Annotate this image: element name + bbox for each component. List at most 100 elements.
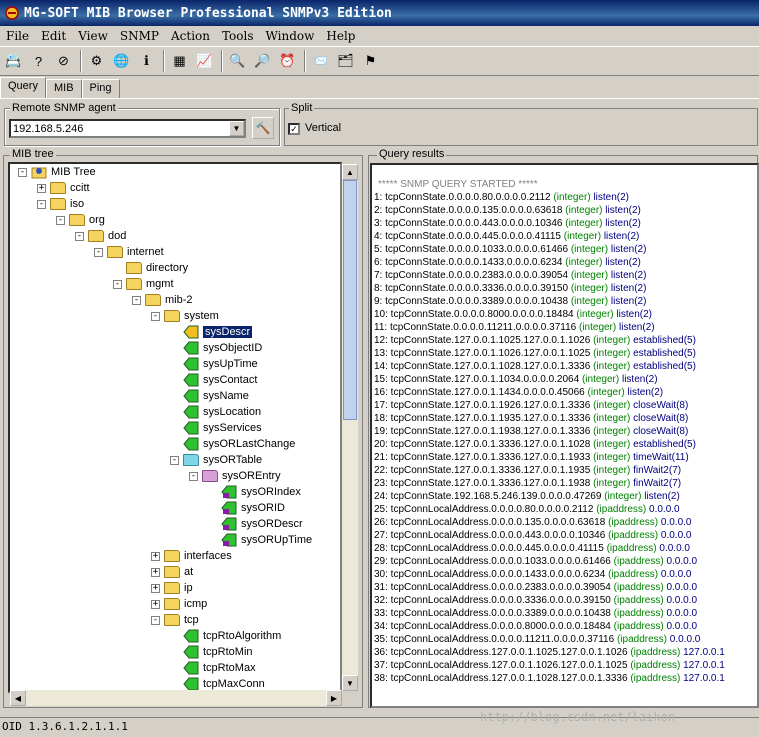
table-button[interactable]: ▦ [168, 49, 191, 73]
compile-button[interactable]: 🗂 [334, 49, 357, 73]
tree-node[interactable]: - dod [75, 228, 126, 244]
help-button[interactable]: ? [27, 49, 50, 73]
expand-icon[interactable]: + [151, 567, 160, 577]
menu-tools[interactable]: Tools [216, 29, 260, 43]
tree-node[interactable]: sysUpTime [170, 356, 258, 372]
collapse-icon[interactable]: - [18, 167, 27, 177]
tree-node[interactable]: - iso [37, 196, 84, 212]
expand-icon[interactable]: + [151, 599, 160, 609]
find-button[interactable]: 🔎 [251, 49, 274, 73]
scroll-down-icon[interactable]: ▼ [342, 675, 358, 691]
tree-node-label: sysUpTime [203, 358, 258, 370]
tree-node[interactable]: - sysOREntry [189, 468, 281, 484]
tree-node[interactable]: - MIB Tree [18, 164, 96, 180]
info-button[interactable]: ℹ [135, 49, 158, 73]
tree-node[interactable]: + ccitt [37, 180, 90, 196]
globe-button[interactable]: 🌐 [110, 49, 133, 73]
tree-node[interactable]: - sysORTable [170, 452, 262, 468]
tree-node[interactable]: tcpRtoAlgorithm [170, 628, 281, 644]
query-results[interactable]: ***** SNMP QUERY STARTED ***** 1: tcpCon… [370, 163, 759, 708]
menu-action[interactable]: Action [165, 29, 216, 43]
tree-scroll-thumb[interactable] [343, 180, 357, 420]
tree-node[interactable]: directory [113, 260, 188, 276]
menu-file[interactable]: File [0, 29, 35, 43]
tree-node[interactable]: sysDescr [170, 324, 253, 340]
search-icon: 🔍 [229, 53, 246, 68]
result-line: 19: tcpConnState.127.0.0.1.1938.127.0.0.… [374, 425, 688, 438]
tree-node[interactable]: - mib-2 [132, 292, 193, 308]
collapse-icon[interactable]: - [132, 295, 141, 305]
graph-button[interactable]: 📈 [193, 49, 216, 73]
mib-tree-label: MIB tree [10, 148, 56, 160]
chevron-down-icon[interactable]: ▼ [229, 121, 244, 136]
collapse-icon[interactable]: - [151, 615, 160, 625]
result-value: listen(2) [610, 296, 647, 307]
menu-snmp[interactable]: SNMP [114, 29, 165, 43]
tree-node[interactable]: tcpRtoMax [170, 660, 256, 676]
result-line: 14: tcpConnState.127.0.0.1.1028.127.0.0.… [374, 360, 696, 373]
tree-node[interactable]: sysLocation [170, 404, 261, 420]
tree-node[interactable]: sysORLastChange [170, 436, 295, 452]
tree-node[interactable]: sysORID [208, 500, 285, 516]
scroll-up-icon[interactable]: ▲ [342, 164, 358, 180]
tree-node[interactable]: sysORIndex [208, 484, 301, 500]
agent-address-combo[interactable]: 192.168.5.246 ▼ [9, 119, 246, 138]
vertical-checkbox[interactable]: ✓ [288, 123, 300, 135]
expand-icon[interactable]: + [151, 583, 160, 593]
menu-window[interactable]: Window [260, 29, 321, 43]
search-button[interactable]: 🔍 [226, 49, 249, 73]
tree-node[interactable]: sysContact [170, 372, 257, 388]
tab-query[interactable]: Query [0, 77, 46, 99]
tree-horizontal-scrollbar[interactable]: ◀ ▶ [10, 690, 342, 706]
scroll-right-icon[interactable]: ▶ [326, 690, 342, 706]
tree-node[interactable]: + at [151, 564, 193, 580]
scalar-leaf-icon [183, 325, 199, 339]
result-oid: 3: tcpConnState.0.0.0.0.443.0.0.0.0.1034… [374, 218, 563, 229]
tree-node[interactable]: + ip [151, 580, 193, 596]
menu-help[interactable]: Help [320, 29, 361, 43]
tree-node[interactable]: - mgmt [113, 276, 174, 292]
contact-button[interactable]: 📇 [2, 49, 25, 73]
tree-node[interactable]: sysORDescr [208, 516, 303, 532]
tree-node-label: mib-2 [165, 294, 193, 306]
tree-node[interactable]: tcpRtoMin [170, 644, 253, 660]
collapse-icon[interactable]: - [189, 471, 198, 481]
collapse-icon[interactable]: - [151, 311, 160, 321]
menu-view[interactable]: View [72, 29, 114, 43]
tree-node[interactable]: + icmp [151, 596, 207, 612]
alarm-button[interactable]: ⏰ [276, 49, 299, 73]
tree-node[interactable]: - tcp [151, 612, 199, 628]
collapse-icon[interactable]: - [94, 247, 103, 257]
agent-properties-button[interactable]: 🔨 [252, 117, 274, 139]
result-line: 4: tcpConnState.0.0.0.0.445.0.0.0.0.4111… [374, 230, 639, 243]
result-line: 24: tcpConnState.192.168.5.246.139.0.0.0… [374, 490, 680, 503]
trap-button[interactable]: 📨 [309, 49, 332, 73]
result-value: established(5) [633, 348, 696, 359]
result-oid: 9: tcpConnState.0.0.0.0.3389.0.0.0.0.104… [374, 296, 569, 307]
collapse-icon[interactable]: - [37, 199, 46, 209]
tab-mib[interactable]: MIB [45, 79, 82, 99]
flag-button[interactable]: ⚑ [359, 49, 382, 73]
tree-node[interactable]: sysName [170, 388, 249, 404]
tree-node[interactable]: - system [151, 308, 219, 324]
expand-icon[interactable]: + [151, 551, 160, 561]
scroll-left-icon[interactable]: ◀ [10, 690, 26, 706]
mib-tree[interactable]: - MIB Tree + ccitt - iso - org - dod - internet dire… [8, 162, 342, 693]
tree-node[interactable]: sysObjectID [170, 340, 262, 356]
collapse-icon[interactable]: - [75, 231, 84, 241]
stop-button[interactable]: ⊘ [52, 49, 75, 73]
collapse-icon[interactable]: - [113, 279, 122, 289]
collapse-icon[interactable]: - [170, 455, 179, 465]
menu-edit[interactable]: Edit [35, 29, 72, 43]
tools-button[interactable]: ⚙ [85, 49, 108, 73]
tree-node[interactable]: + interfaces [151, 548, 232, 564]
tree-node[interactable]: - org [56, 212, 105, 228]
tree-node[interactable]: - internet [94, 244, 164, 260]
tree-node[interactable]: sysServices [170, 420, 262, 436]
result-value: closeWait(8) [633, 426, 689, 437]
tab-ping[interactable]: Ping [81, 79, 120, 99]
split-group-label: Split [289, 102, 315, 114]
tree-node[interactable]: sysORUpTime [208, 532, 312, 548]
collapse-icon[interactable]: - [56, 215, 65, 225]
expand-icon[interactable]: + [37, 183, 46, 193]
